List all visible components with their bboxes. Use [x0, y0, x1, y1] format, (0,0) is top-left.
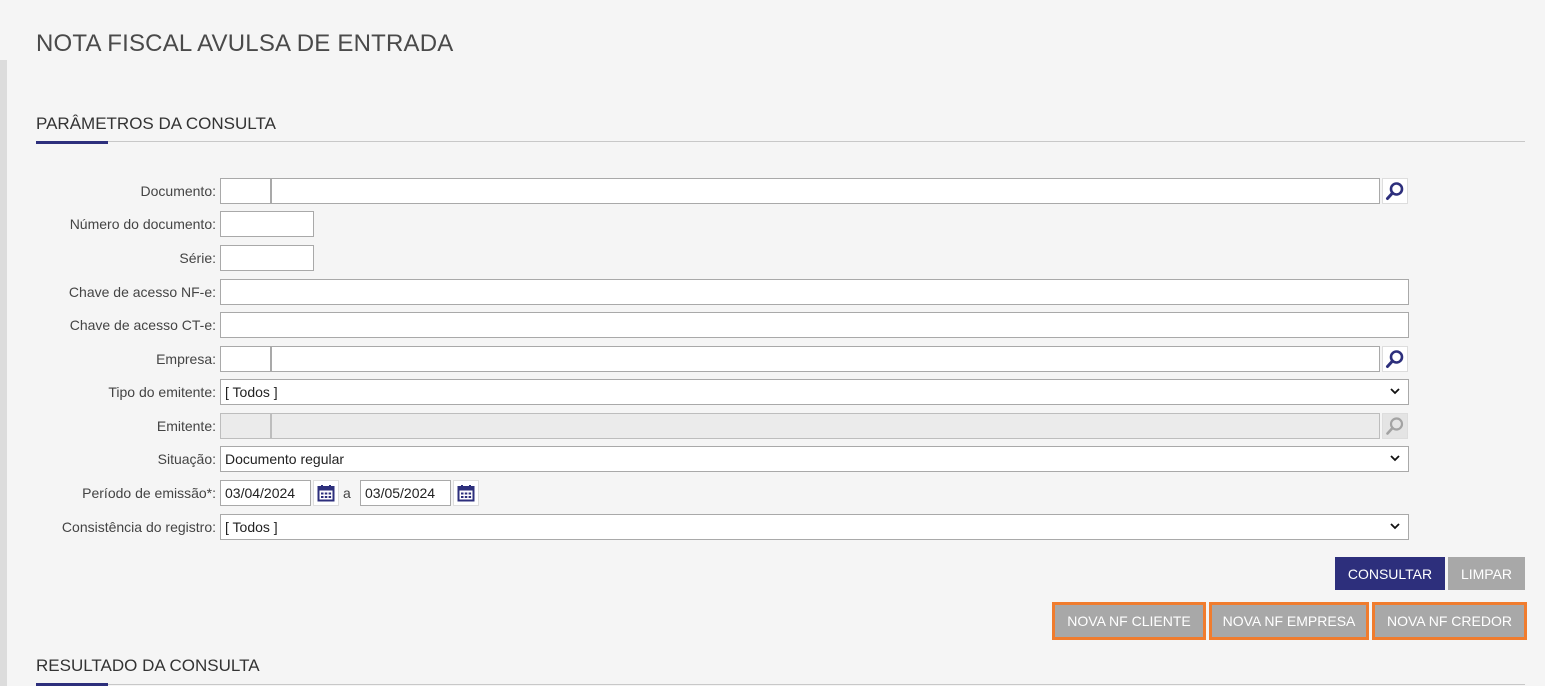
empresa-name-input[interactable]	[271, 346, 1380, 372]
chevron-down-icon	[1390, 455, 1400, 462]
chave-nfe-row: Chave de acesso NF-e:	[0, 279, 1545, 305]
nova-nf-empresa-button[interactable]: NOVA NF EMPRESA	[1209, 602, 1369, 640]
numero-input[interactable]	[220, 211, 314, 237]
magnifier-icon	[1386, 417, 1404, 435]
situacao-select[interactable]: Documento regular	[220, 446, 1409, 472]
periodo-to-calendar-button[interactable]	[453, 480, 479, 506]
situacao-row: Situação: Documento regular	[0, 446, 1545, 472]
chave-cte-input[interactable]	[220, 312, 1409, 338]
magnifier-icon	[1386, 182, 1404, 200]
tipo-emitente-select[interactable]: [ Todos ]	[220, 379, 1409, 405]
chave-cte-label: Chave de acesso CT-e:	[69, 317, 216, 333]
nova-nf-credor-button[interactable]: NOVA NF CREDOR	[1372, 602, 1527, 640]
periodo-from-input[interactable]	[220, 480, 311, 506]
periodo-row: Período de emissão*: a	[0, 480, 1545, 506]
results-section-divider	[36, 684, 1525, 685]
tipo-emitente-selected: [ Todos ]	[225, 384, 278, 400]
emitente-search-button	[1382, 413, 1408, 439]
calendar-icon	[457, 485, 475, 502]
consistencia-row: Consistência do registro: [ Todos ]	[0, 514, 1545, 540]
documento-search-button[interactable]	[1382, 178, 1408, 204]
chevron-down-icon	[1390, 388, 1400, 395]
emitente-code-input	[220, 413, 271, 439]
periodo-label: Período de emissão*:	[82, 485, 216, 501]
tipo-emitente-label: Tipo do emitente:	[108, 384, 216, 400]
documento-name-input[interactable]	[271, 178, 1380, 204]
chave-cte-row: Chave de acesso CT-e:	[0, 312, 1545, 338]
periodo-separator: a	[343, 485, 351, 501]
calendar-icon	[317, 485, 335, 502]
serie-input[interactable]	[220, 245, 314, 271]
numero-row: Número do documento:	[0, 211, 1545, 237]
emitente-row: Emitente:	[0, 413, 1545, 439]
situacao-selected: Documento regular	[225, 451, 345, 467]
results-section-title: RESULTADO DA CONSULTA	[36, 656, 260, 675]
chave-nfe-input[interactable]	[220, 279, 1409, 305]
documento-row: Documento:	[0, 178, 1545, 204]
consistencia-label: Consistência do registro:	[61, 519, 216, 535]
documento-code-input[interactable]	[220, 178, 271, 204]
tipo-emitente-row: Tipo do emitente: [ Todos ]	[0, 379, 1545, 405]
consistencia-select[interactable]: [ Todos ]	[220, 514, 1409, 540]
emitente-label: Emitente:	[156, 418, 216, 434]
empresa-code-input[interactable]	[220, 346, 271, 372]
consultar-button[interactable]: CONSULTAR	[1335, 557, 1445, 590]
page-title: NOTA FISCAL AVULSA DE ENTRADA	[36, 30, 454, 57]
documento-label: Documento:	[140, 183, 216, 199]
params-section-divider	[36, 141, 1525, 142]
periodo-to-input[interactable]	[360, 480, 451, 506]
situacao-label: Situação:	[157, 451, 216, 467]
serie-row: Série:	[0, 245, 1545, 271]
periodo-from-calendar-button[interactable]	[313, 480, 339, 506]
chave-nfe-label: Chave de acesso NF-e:	[68, 284, 216, 300]
empresa-search-button[interactable]	[1382, 346, 1408, 372]
params-section-accent	[36, 141, 108, 144]
params-section-title: PARÂMETROS DA CONSULTA	[36, 114, 276, 133]
nova-nf-cliente-button[interactable]: NOVA NF CLIENTE	[1052, 602, 1206, 640]
empresa-label: Empresa:	[156, 351, 216, 367]
left-edge-strip	[0, 60, 7, 686]
empresa-row: Empresa:	[0, 346, 1545, 372]
serie-label: Série:	[179, 250, 216, 266]
emitente-name-input	[271, 413, 1380, 439]
consistencia-selected: [ Todos ]	[225, 519, 278, 535]
limpar-button[interactable]: LIMPAR	[1448, 557, 1525, 590]
magnifier-icon	[1386, 350, 1404, 368]
chevron-down-icon	[1390, 523, 1400, 530]
numero-label: Número do documento:	[69, 216, 216, 232]
